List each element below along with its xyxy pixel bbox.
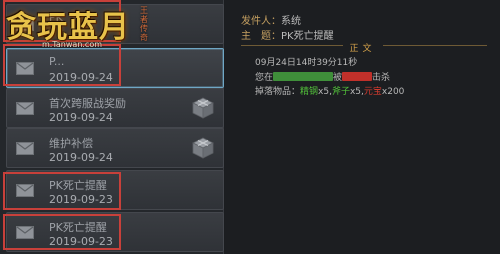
drop-count-2: x5,: [349, 87, 364, 97]
game-logo: 贪玩蓝月 王者传奇 m.Tanwan.com: [2, 0, 162, 62]
logo-url: m.Tanwan.com: [42, 40, 103, 49]
logo-subtitle: 王者传奇: [140, 6, 148, 42]
drop-item-1: 精钢: [300, 87, 319, 97]
kill-mid: 被: [333, 73, 343, 83]
drop-item-3: 元宝: [363, 87, 382, 97]
drop-prefix: 掉落物品：: [255, 87, 301, 97]
mail-window: PK P... 2019-09-24 首次跨服战奖励 2019-09-24 维护…: [0, 0, 500, 254]
mail-date: 2019-09-23: [49, 193, 113, 206]
mail-detail: 发件人：系统 主 题：PK死亡提醒 正文 09月24日14时39分11秒 您在 被…: [225, 0, 500, 254]
mail-list-item[interactable]: 维护补偿 2019-09-24: [6, 128, 224, 168]
body-heading: 正文: [349, 44, 376, 54]
kill-time: 09月24日14时39分11秒: [255, 58, 358, 68]
mail-date: 2019-09-24: [49, 151, 113, 164]
mail-title: 维护补偿: [49, 137, 93, 150]
envelope-icon: [16, 62, 34, 75]
mail-date: 2019-09-23: [49, 235, 113, 248]
envelope-icon: [16, 102, 34, 115]
envelope-icon: [16, 184, 34, 197]
sender-row: 发件人：系统: [241, 12, 301, 27]
kill-prefix: 您在: [255, 73, 274, 83]
mail-title: PK死亡提醒: [49, 221, 107, 234]
divider: [383, 45, 487, 46]
dropped-items: 掉落物品：精钢x5,斧子x5,元宝x200: [255, 84, 404, 97]
gift-box-icon: [192, 97, 214, 119]
mail-list-item[interactable]: PK死亡提醒 2019-09-23: [6, 212, 224, 252]
drop-count-1: x5,: [318, 87, 332, 97]
sender-value: 系统: [281, 16, 301, 27]
envelope-icon: [16, 226, 34, 239]
mail-date: 2019-09-24: [49, 71, 113, 84]
envelope-icon: [16, 142, 34, 155]
kill-message: 您在 被 击杀: [255, 70, 390, 83]
mail-title: 首次跨服战奖励: [49, 97, 126, 110]
drop-item-2: 斧子: [331, 87, 350, 97]
gift-box-icon: [192, 137, 214, 159]
subject-row: 主 题：PK死亡提醒: [241, 27, 334, 42]
sender-label: 发件人：: [241, 16, 281, 27]
mail-date: 2019-09-24: [49, 111, 113, 124]
kill-suffix: 击杀: [372, 73, 391, 83]
mail-title: PK死亡提醒: [49, 179, 107, 192]
redacted-killer: [342, 72, 373, 81]
drop-count-3: x200: [381, 87, 405, 97]
mail-list-item[interactable]: 首次跨服战奖励 2019-09-24: [6, 88, 224, 128]
mail-list-item[interactable]: PK死亡提醒 2019-09-23: [6, 170, 224, 210]
redacted-location: [273, 72, 334, 81]
